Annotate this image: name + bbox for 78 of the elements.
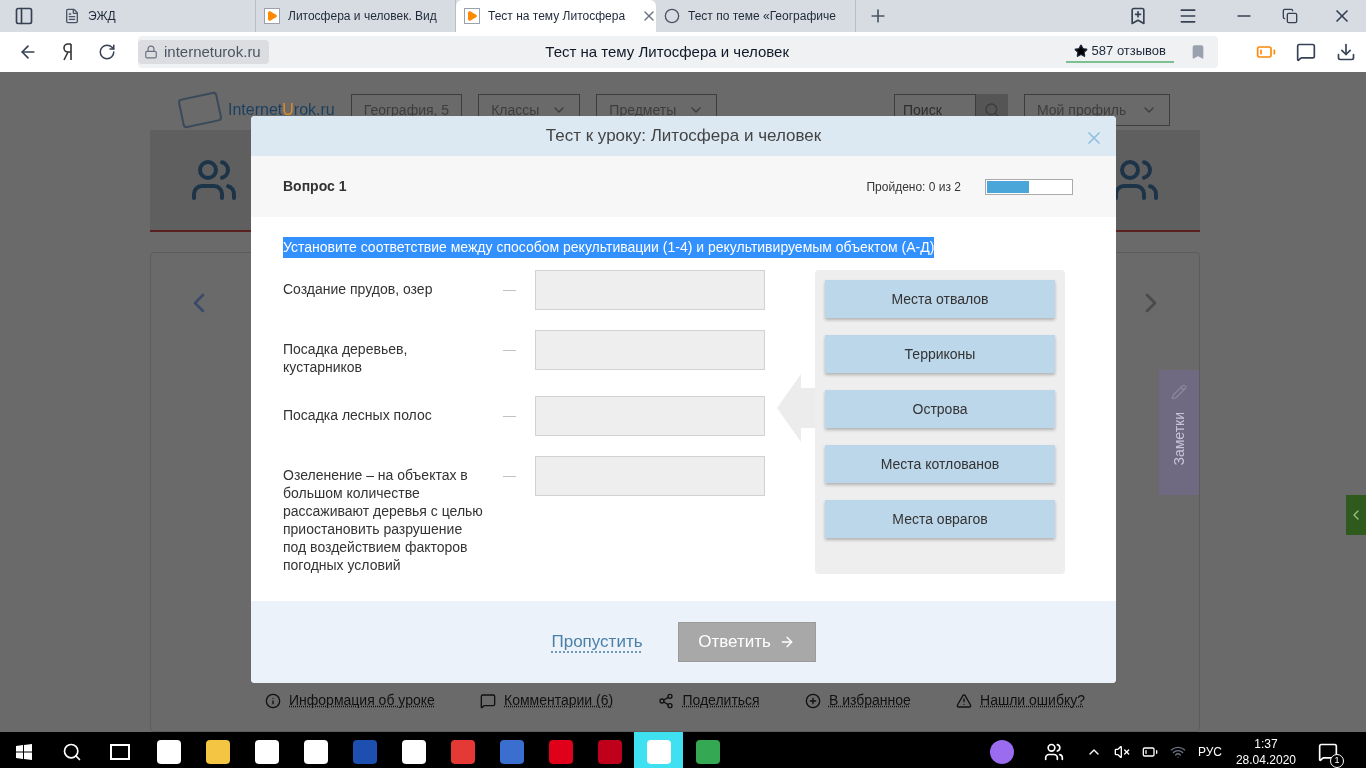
comment-icon xyxy=(480,692,496,709)
assistant-icon[interactable] xyxy=(989,740,1014,764)
people-icon[interactable] xyxy=(1043,742,1064,762)
drop-field[interactable] xyxy=(535,330,765,370)
address-bar[interactable]: interneturok.ru Тест на тему Литосфера и человек 587 отзывов xyxy=(138,36,1218,68)
match-item-text: Посадка лесных полос xyxy=(283,406,433,424)
play-icon xyxy=(264,8,280,24)
task-view-icon[interactable] xyxy=(110,744,130,760)
info-icon xyxy=(265,692,281,709)
dash-text: — xyxy=(503,467,517,485)
question-prompt: Установите соответствие между способом рекультивации (1-4) и рекультивируемым объектом (А-Д) xyxy=(283,237,935,258)
side-panel-toggle[interactable] xyxy=(1346,495,1366,535)
circle-icon xyxy=(664,8,680,24)
reload-icon[interactable] xyxy=(98,43,116,61)
clock[interactable]: 1:37 28.04.2020 xyxy=(1235,736,1296,768)
search-icon xyxy=(984,102,1000,118)
browser-tab[interactable]: Тест на тему Литосфера xyxy=(456,0,656,32)
sidebar-icon[interactable] xyxy=(14,6,34,26)
notifications-icon[interactable] xyxy=(1318,742,1338,762)
drop-field[interactable] xyxy=(535,396,765,436)
page-link[interactable]: Комментарии (6) xyxy=(504,690,614,711)
answer-option[interactable]: Терриконы xyxy=(825,335,1055,373)
document-icon xyxy=(64,8,80,24)
match-item-text: Посадка деревьев, кустарников xyxy=(283,340,409,376)
answer-option[interactable]: Места отвалов xyxy=(825,280,1055,318)
tab-title: Литосфера и человек. Вид xyxy=(288,8,437,25)
app-icon[interactable] xyxy=(205,740,230,764)
share-icon xyxy=(658,692,675,709)
bookmarks-icon[interactable] xyxy=(1128,6,1148,26)
app-icon[interactable] xyxy=(156,740,181,764)
page-link[interactable]: Нашли ошибку? xyxy=(980,690,1085,711)
clock-time: 1:37 xyxy=(1254,736,1278,752)
url-text: interneturok.ru xyxy=(164,40,269,64)
drop-field[interactable] xyxy=(535,270,765,310)
progress-label: Пройдено: 0 из 2 xyxy=(866,178,961,196)
search-icon[interactable] xyxy=(62,742,82,762)
network-icon[interactable] xyxy=(1169,744,1186,760)
app-icon[interactable] xyxy=(401,740,426,764)
notification-count: 1 xyxy=(1330,754,1344,768)
plus-icon xyxy=(804,692,821,709)
answer-option[interactable]: Места оврагов xyxy=(825,500,1055,538)
notes-label: Заметки xyxy=(1169,412,1188,466)
question-number: Вопрос 1 xyxy=(283,177,347,196)
answer-option[interactable]: Места котлованов xyxy=(825,445,1055,483)
battery-icon[interactable] xyxy=(1141,744,1158,760)
dash-text: — xyxy=(503,281,517,299)
tab-title: Тест по теме «Географиче xyxy=(688,8,836,25)
reviews-badge[interactable]: 587 отзывов xyxy=(1065,41,1174,63)
skip-link[interactable]: Пропустить xyxy=(551,629,643,655)
page-title: Тест на тему Литосфера и человек xyxy=(544,41,790,62)
tab-title: Тест на тему Литосфера xyxy=(488,8,626,25)
language-indicator[interactable]: РУС xyxy=(1197,743,1222,761)
page-link[interactable]: В избранное xyxy=(828,690,911,711)
menu-icon[interactable] xyxy=(1178,6,1198,26)
dash-text: — xyxy=(503,341,517,359)
warning-icon xyxy=(956,692,973,709)
reviews-count: 587 отзывов xyxy=(1091,42,1166,61)
dialog-title: Тест к уроку: Литосфера и человек xyxy=(545,125,822,148)
clock-date: 28.04.2020 xyxy=(1235,752,1296,768)
app-icon[interactable] xyxy=(695,740,720,764)
drop-field[interactable] xyxy=(535,456,765,496)
page-link[interactable]: Информация об уроке xyxy=(289,690,435,711)
pencil-icon xyxy=(1171,384,1187,400)
star-icon xyxy=(1073,44,1088,58)
match-item-text: Озеленение – на объектах в большом количестве рассаживают деревья с целью приостановить разрушение под воздействием факторов погодных условий xyxy=(283,466,483,574)
answer-option[interactable]: Острова xyxy=(825,390,1055,428)
match-item-text: Создание прудов, озер xyxy=(283,280,434,298)
play-icon xyxy=(464,8,480,24)
lock-icon xyxy=(138,40,164,64)
tab-title: ЭЖД xyxy=(88,8,116,25)
dash-text: — xyxy=(503,407,517,425)
app-icon[interactable] xyxy=(303,740,328,764)
chat-icon[interactable] xyxy=(1296,42,1316,62)
page-link[interactable]: Поделиться xyxy=(682,690,760,711)
app-icon[interactable] xyxy=(254,740,279,764)
muted-speaker-icon[interactable] xyxy=(1113,744,1130,760)
download-icon[interactable] xyxy=(1336,42,1356,62)
restore-icon[interactable] xyxy=(1282,8,1298,24)
